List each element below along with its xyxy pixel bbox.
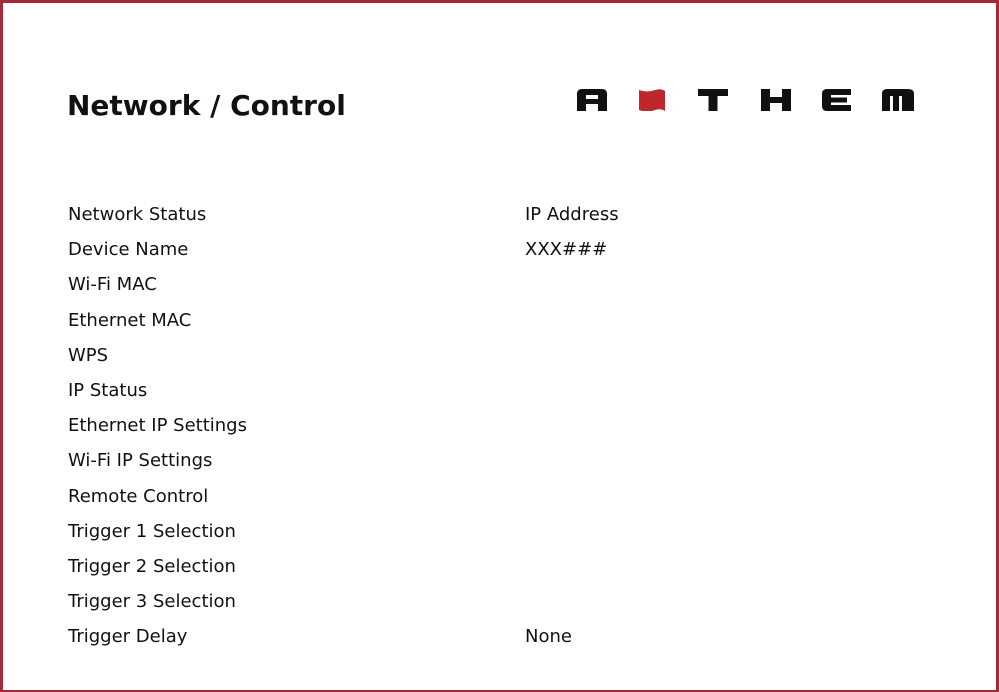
settings-row-trigger-delay[interactable]: Trigger Delay None [68,624,968,659]
setting-label: Remote Control [68,485,209,507]
anthem-logo-mark [577,89,914,111]
setting-label: Trigger Delay [68,626,188,648]
setting-label: Trigger 1 Selection [68,520,236,542]
settings-row-device-name[interactable]: Device Name XXX### [68,237,968,272]
setting-label: Network Status [68,204,207,225]
settings-row-network-status[interactable]: Network Status IP Address [68,202,968,237]
settings-row-wps[interactable]: WPS [68,343,968,378]
setting-value: XXX### [525,239,608,261]
page-title: Network / Control [67,89,346,122]
settings-row-ip-status[interactable]: IP Status [68,378,968,413]
setting-label: IP Status [68,379,148,401]
setting-label: Ethernet IP Settings [68,415,247,437]
settings-row-remote-control[interactable]: Remote Control [68,484,968,519]
setting-label: Ethernet MAC [68,309,192,331]
setting-label: Trigger 2 Selection [68,555,236,577]
setting-value: IP Address [525,204,619,225]
setting-label: WPS [68,344,109,366]
settings-row-ethernet-mac[interactable]: Ethernet MAC [68,308,968,343]
settings-row-trigger-1-selection[interactable]: Trigger 1 Selection [68,519,968,554]
settings-row-trigger-2-selection[interactable]: Trigger 2 Selection [68,554,968,589]
settings-row-trigger-3-selection[interactable]: Trigger 3 Selection [68,589,968,624]
setting-label: Wi-Fi MAC [68,274,157,296]
settings-row-wifi-ip-settings[interactable]: Wi-Fi IP Settings [68,448,968,483]
setting-label: Trigger 3 Selection [68,591,236,613]
setting-label: Wi-Fi IP Settings [68,450,213,472]
setting-value: None [525,626,572,648]
setting-label: Device Name [68,239,189,261]
settings-list: Network Status IP Address Device Name XX… [68,202,968,659]
anthem-logo [577,89,957,111]
settings-row-wifi-mac[interactable]: Wi-Fi MAC [68,272,968,307]
page-frame: Network / Control Network Status IP Addr… [0,0,999,692]
settings-row-ethernet-ip-settings[interactable]: Ethernet IP Settings [68,413,968,448]
